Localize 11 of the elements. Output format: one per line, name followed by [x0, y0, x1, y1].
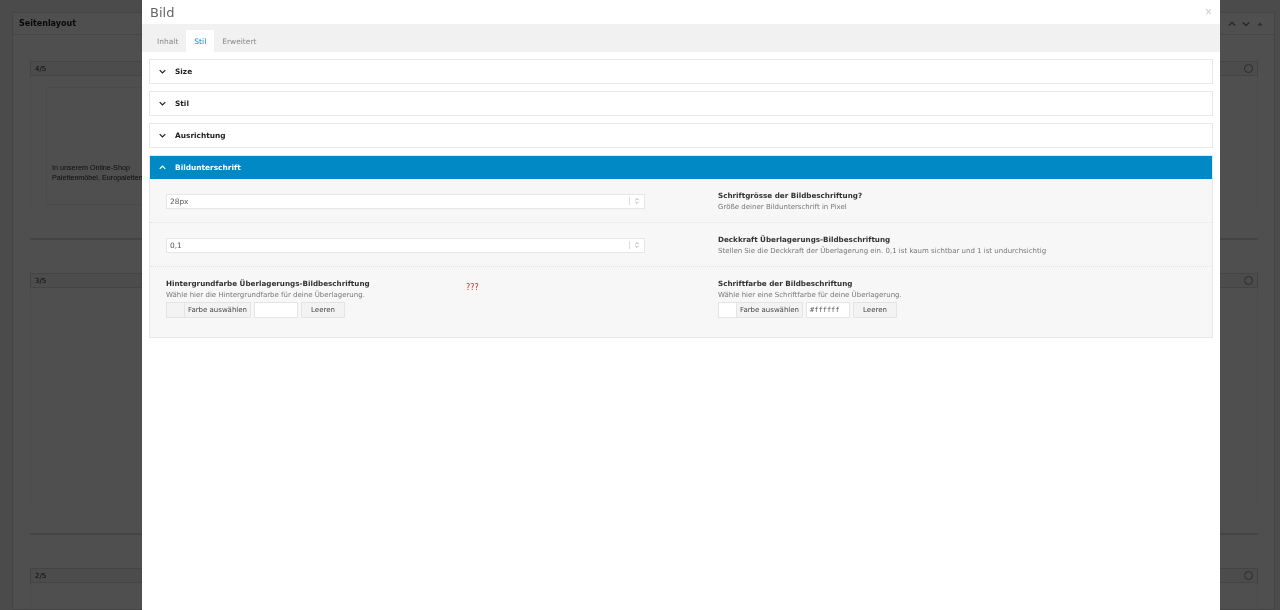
chevron-down-icon [159, 132, 166, 139]
color-hex-field[interactable] [254, 302, 299, 318]
spinner-icon[interactable] [629, 197, 641, 205]
chevron-up-icon[interactable] [1228, 19, 1236, 28]
chevron-down-icon [159, 100, 166, 107]
chevron-up-icon [159, 164, 166, 171]
chevron-down-icon[interactable] [1242, 19, 1250, 28]
panel-title: Seitenlayout [19, 19, 77, 28]
spinner-icon[interactable] [629, 241, 641, 249]
chevron-down-icon [159, 68, 166, 75]
dialog-title: Bild [150, 4, 176, 20]
